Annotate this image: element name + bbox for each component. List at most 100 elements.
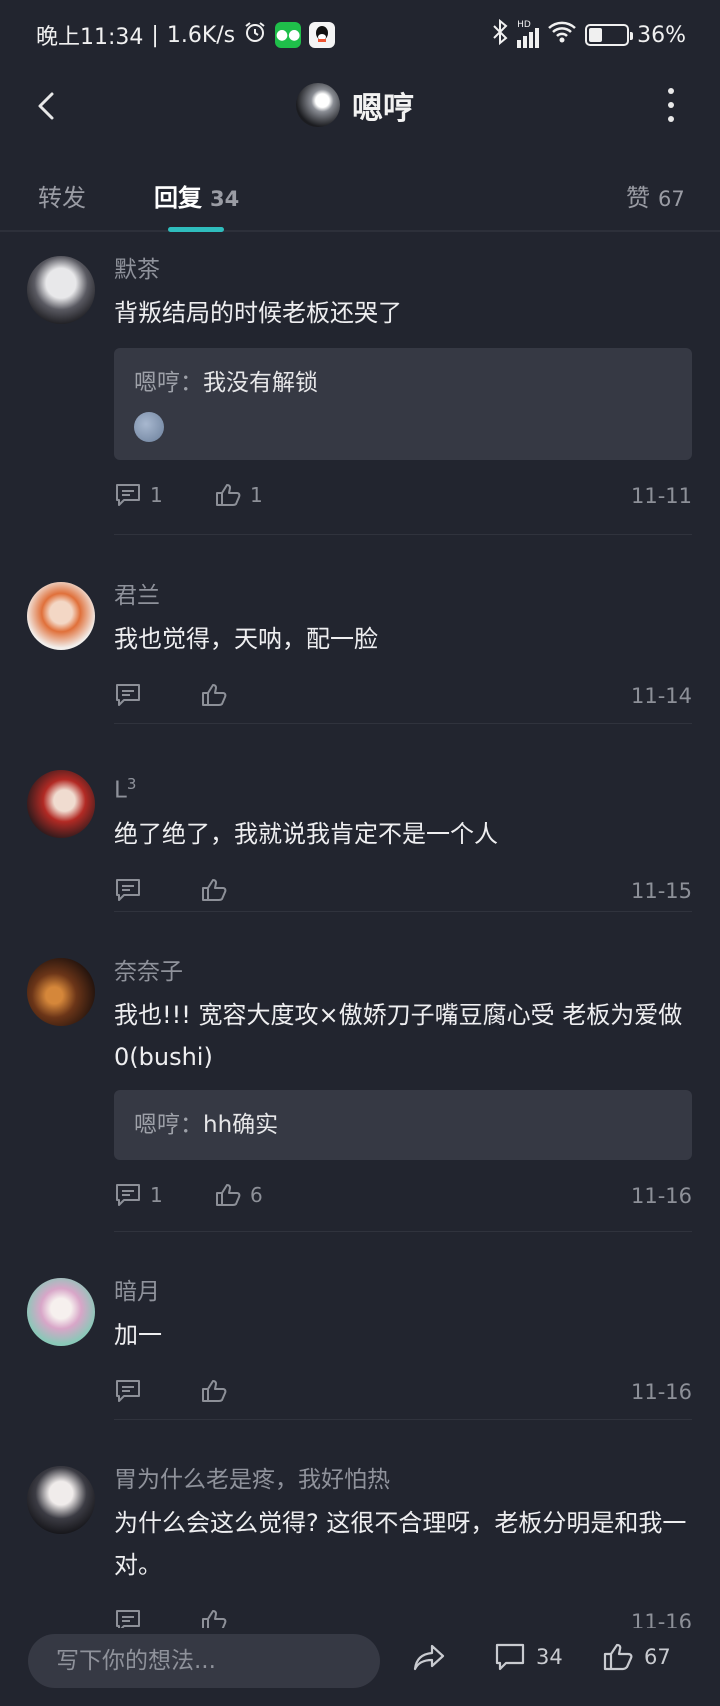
reply-count: 1	[150, 483, 163, 507]
username[interactable]: 暗月	[114, 1276, 692, 1308]
reply-text: hh确实	[203, 1112, 279, 1138]
thumbs-up-icon	[603, 1643, 633, 1671]
more-vertical-icon	[668, 88, 674, 94]
like-count: 1	[250, 483, 263, 507]
share-button[interactable]	[412, 1642, 446, 1672]
battery-icon	[585, 24, 634, 46]
avatar[interactable]	[27, 256, 95, 324]
avatar[interactable]	[27, 958, 95, 1026]
username[interactable]: 君兰	[114, 580, 692, 612]
tab-repost[interactable]: 转发	[38, 178, 86, 213]
reply-button[interactable]: 1	[114, 482, 163, 508]
bluetooth-icon	[491, 18, 509, 51]
reply-preview[interactable]: 嗯哼：我没有解锁	[114, 348, 692, 460]
avatar[interactable]	[27, 770, 95, 838]
comment-bubble-icon	[116, 1380, 140, 1402]
tab-replies[interactable]: 回复 34	[154, 178, 239, 213]
like-post-button[interactable]: 67	[602, 1642, 671, 1672]
avatar[interactable]	[27, 1278, 95, 1346]
comment-date: 11-11	[630, 484, 692, 508]
battery-level	[589, 28, 603, 42]
comment-bubble-icon	[116, 878, 140, 901]
thumbs-up-icon	[202, 684, 227, 706]
post-author-header[interactable]: 嗯哼	[296, 82, 414, 128]
divider	[114, 911, 692, 912]
username[interactable]: 默茶	[114, 254, 692, 286]
network-speed: 1.6K/s	[166, 22, 236, 48]
username[interactable]: 胃为什么老是疼，我好怕热	[114, 1464, 692, 1496]
comment-input[interactable]: 写下你的想法...	[28, 1634, 380, 1688]
divider	[114, 1231, 692, 1232]
comment-date: 11-14	[630, 684, 692, 708]
tab-likes[interactable]: 赞 67	[626, 178, 685, 213]
author-avatar[interactable]	[296, 83, 340, 127]
thumbs-up-icon	[202, 878, 227, 901]
like-count: 6	[250, 1183, 263, 1207]
battery-percent: 36%	[637, 22, 686, 48]
thumbs-up-icon	[216, 1184, 241, 1206]
reply-author[interactable]: 嗯哼	[134, 1112, 180, 1138]
bottom-like-count: 67	[644, 1645, 671, 1669]
comment-bubble-icon	[495, 1643, 525, 1671]
username-text: L	[114, 777, 127, 804]
like-button[interactable]	[200, 1378, 236, 1404]
comment-date: 11-16	[630, 1380, 692, 1404]
signal-hd-label: HD	[517, 20, 531, 30]
comment-text: 绝了绝了，我就说我肯定不是一个人	[114, 819, 498, 848]
qq-icon	[309, 22, 336, 48]
clock: 晚上11:34	[36, 25, 144, 50]
reply-button[interactable]: 1	[114, 1182, 163, 1208]
avatar[interactable]	[27, 582, 95, 650]
status-bar-right: HD 36%	[491, 18, 686, 51]
avatar[interactable]	[27, 1466, 95, 1534]
reply-button[interactable]	[114, 877, 150, 903]
like-button[interactable]: 1	[214, 482, 263, 508]
like-button[interactable]	[200, 877, 236, 903]
tab-likes-count: 67	[658, 187, 685, 211]
comment-text: 我也觉得，天呐，配一脸	[114, 625, 378, 653]
comment-bubble-icon	[116, 1184, 140, 1206]
comment-bubble-icon	[116, 684, 140, 706]
comment-text: 我也!!! 宽容大度攻×傲娇刀子嘴豆腐心受 老板为爱做0(bushi)	[114, 1001, 683, 1071]
comment-actions: 1 1 11-11	[114, 478, 692, 518]
active-tab-indicator	[168, 227, 224, 232]
more-button[interactable]	[666, 88, 676, 122]
wechat-icon: ●●	[275, 22, 302, 48]
back-button[interactable]	[28, 86, 68, 126]
comment-actions: 11-16	[114, 1374, 692, 1414]
comment-text: 为什么会这么觉得? 这很不合理呀，老板分明是和我一对。	[114, 1509, 687, 1579]
comments-button[interactable]: 34	[494, 1642, 563, 1672]
status-bar-left: 晚上11:34 | 1.6K/s ●●	[36, 19, 336, 51]
tab-replies-count: 34	[210, 187, 240, 211]
share-icon	[413, 1644, 445, 1671]
reply-separator: ：	[180, 370, 203, 396]
username[interactable]: L3	[114, 768, 692, 807]
status-separator: |	[151, 22, 159, 48]
reply-button[interactable]	[114, 1378, 150, 1404]
like-button[interactable]	[200, 682, 236, 708]
divider	[114, 723, 692, 724]
thumbs-up-icon	[202, 1380, 227, 1402]
divider	[114, 1419, 692, 1420]
comment-actions: 1 6 11-16	[114, 1178, 692, 1218]
comment-actions: 11-14	[114, 678, 692, 718]
tab-likes-label: 赞	[626, 184, 650, 212]
username-superscript: 3	[126, 775, 137, 793]
tab-replies-label: 回复	[154, 184, 202, 212]
reply-preview[interactable]: 嗯哼：hh确实	[114, 1090, 692, 1160]
thumbs-up-icon	[216, 484, 241, 506]
divider	[114, 534, 692, 535]
reply-button[interactable]	[114, 682, 150, 708]
reply-count: 1	[150, 1183, 163, 1207]
username[interactable]: 奈奈子	[114, 956, 692, 988]
signal-icon: HD	[517, 20, 540, 48]
moon-face-emoji-icon	[134, 412, 164, 442]
status-bar: 晚上11:34 | 1.6K/s ●● HD 36%	[0, 0, 720, 70]
wifi-icon	[547, 20, 577, 50]
like-button[interactable]: 6	[214, 1182, 263, 1208]
reply-author[interactable]: 嗯哼	[134, 370, 180, 396]
reply-text: 我没有解锁	[203, 370, 318, 396]
bottom-action-bar: 写下你的想法... 34 67	[0, 1628, 720, 1706]
comment-text: 背叛结局的时候老板还哭了	[114, 299, 402, 327]
comment-actions: 11-15	[114, 873, 692, 913]
